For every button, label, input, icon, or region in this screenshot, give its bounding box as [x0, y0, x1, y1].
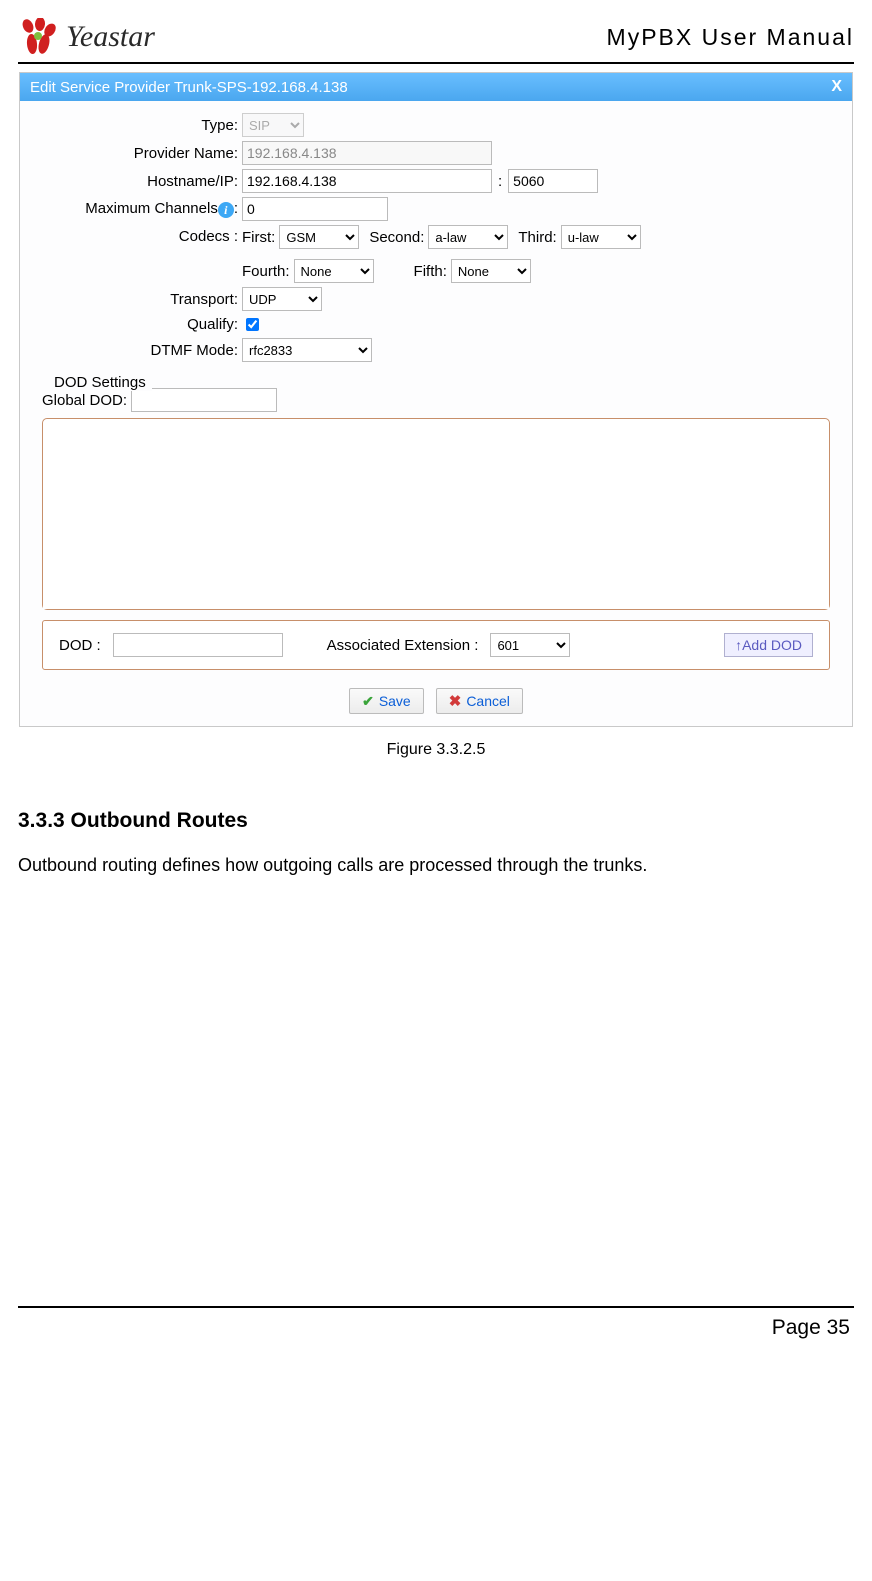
label-assoc-ext: Associated Extension : [327, 637, 479, 654]
host-port-colon: : [498, 173, 502, 190]
dialog-title: Edit Service Provider Trunk-SPS-192.168.… [30, 79, 348, 96]
codec-second-select[interactable]: a-law [428, 225, 508, 249]
row-dtmf: DTMF Mode: rfc2833 [32, 338, 840, 362]
dod-input[interactable] [113, 633, 283, 657]
codec-third-select[interactable]: u-law [561, 225, 641, 249]
label-codec-second: Second: [369, 229, 424, 246]
label-provider-name: Provider Name: [32, 145, 242, 162]
section-body: Outbound routing defines how outgoing ca… [18, 855, 854, 876]
label-qualify: Qualify: [32, 316, 242, 333]
dod-section-label: DOD Settings [48, 374, 152, 391]
codec-fifth-select[interactable]: None [451, 259, 531, 283]
row-hostname: Hostname/IP: : [32, 169, 840, 193]
info-icon[interactable]: i [218, 202, 234, 218]
row-codecs: Codecs : First: GSM Second: a-law Third:… [32, 225, 840, 283]
figure-caption: Figure 3.3.2.5 [18, 741, 854, 759]
max-channels-input[interactable] [242, 197, 388, 221]
section-heading: 3.3.3 Outbound Routes [18, 809, 854, 833]
label-transport: Transport: [32, 291, 242, 308]
row-max-channels: Maximum Channelsi: [32, 197, 840, 221]
save-button[interactable]: ✔ Save [349, 688, 424, 714]
codec-fourth-select[interactable]: None [294, 259, 374, 283]
label-dtmf: DTMF Mode: [32, 342, 242, 359]
label-codec-fourth: Fourth: [242, 263, 290, 280]
qualify-checkbox[interactable] [246, 318, 259, 331]
row-type: Type: SIP [32, 113, 840, 137]
dod-settings-section: DOD Settings Global DOD: DOD : Associate… [42, 374, 830, 670]
type-select[interactable]: SIP [242, 113, 304, 137]
brand-name: Yeastar [66, 20, 155, 54]
port-input[interactable] [508, 169, 598, 193]
row-transport: Transport: UDP [32, 287, 840, 311]
dialog-titlebar: Edit Service Provider Trunk-SPS-192.168.… [20, 73, 852, 101]
cross-icon: ✖ [449, 692, 462, 710]
brand-logo: Yeastar [18, 18, 155, 56]
label-hostname: Hostname/IP: [32, 173, 242, 190]
manual-title: MyPBX User Manual [607, 24, 854, 51]
label-codecs: Codecs : [32, 225, 242, 245]
dod-input-row: DOD : Associated Extension : 601 ↑Add DO… [42, 620, 830, 670]
header-rule [18, 62, 854, 64]
dod-box [42, 418, 830, 610]
cancel-button-label: Cancel [466, 693, 510, 709]
row-provider-name: Provider Name: [32, 141, 840, 165]
add-dod-button[interactable]: ↑Add DOD [724, 633, 813, 657]
hostname-input[interactable] [242, 169, 492, 193]
close-icon[interactable]: X [831, 78, 842, 96]
dod-list-area [43, 419, 829, 609]
codec-first-select[interactable]: GSM [279, 225, 359, 249]
row-qualify: Qualify: [32, 315, 840, 334]
global-dod-input[interactable] [131, 388, 277, 412]
assoc-ext-select[interactable]: 601 [490, 633, 570, 657]
yeastar-logo-icon [18, 18, 60, 56]
check-icon: ✔ [362, 693, 374, 710]
transport-select[interactable]: UDP [242, 287, 322, 311]
dialog-button-row: ✔ Save ✖ Cancel [20, 678, 852, 726]
cancel-button[interactable]: ✖ Cancel [436, 688, 523, 714]
label-dod: DOD : [59, 637, 101, 654]
footer-rule [18, 1306, 854, 1308]
global-dod-row: Global DOD: [42, 388, 830, 412]
provider-name-input[interactable] [242, 141, 492, 165]
label-global-dod: Global DOD: [42, 392, 127, 409]
page-header: Yeastar MyPBX User Manual [18, 18, 854, 56]
label-type: Type: [32, 117, 242, 134]
label-codec-third: Third: [518, 229, 556, 246]
codec-group: First: GSM Second: a-law Third: u-law Fo… [242, 225, 762, 283]
page-number: Page 35 [18, 1316, 854, 1340]
dtmf-select[interactable]: rfc2833 [242, 338, 372, 362]
label-codec-fifth: Fifth: [414, 263, 447, 280]
page: Yeastar MyPBX User Manual Edit Service P… [0, 0, 872, 1360]
form-area: Type: SIP Provider Name: Hostname/IP: : … [20, 101, 852, 678]
label-codec-first: First: [242, 229, 275, 246]
label-max-channels: Maximum Channelsi: [32, 200, 242, 217]
save-button-label: Save [379, 693, 411, 709]
edit-trunk-dialog: Edit Service Provider Trunk-SPS-192.168.… [19, 72, 853, 727]
